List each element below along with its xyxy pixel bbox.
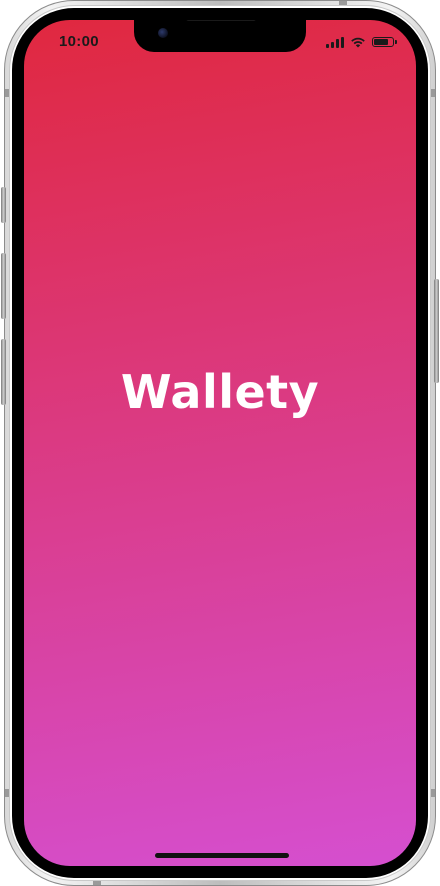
phone-frame: 10:00 Wallety (1, 0, 439, 886)
status-icons (326, 35, 397, 49)
splash-background (24, 20, 416, 866)
home-indicator[interactable] (155, 853, 289, 858)
battery-level-fill (374, 39, 388, 45)
screen: 10:00 Wallety (24, 20, 416, 866)
power-button (434, 279, 439, 383)
cellular-signal-icon (326, 36, 344, 48)
phone-body: 10:00 Wallety (1, 0, 439, 886)
volume-up-button (1, 253, 6, 319)
earpiece-speaker (186, 20, 256, 21)
front-camera-icon (158, 28, 168, 38)
silent-switch (1, 187, 6, 223)
battery-icon (372, 37, 397, 47)
volume-down-button (1, 339, 6, 405)
notch (134, 20, 306, 52)
status-time: 10:00 (59, 33, 99, 50)
wifi-icon (351, 37, 365, 48)
app-name-logo: Wallety (120, 365, 320, 419)
